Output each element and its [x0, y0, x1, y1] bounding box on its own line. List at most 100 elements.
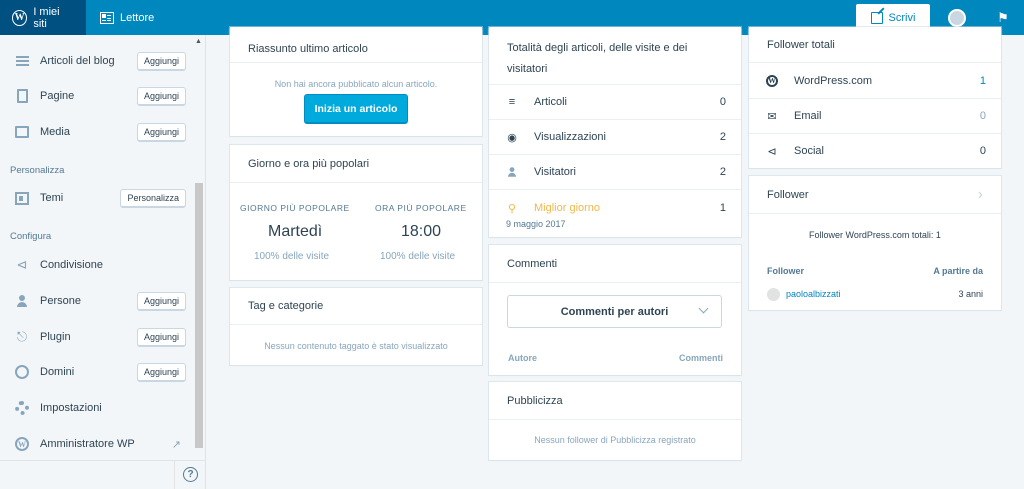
posts-icon [14, 53, 30, 69]
col-since-header: A partire da [933, 266, 983, 276]
themes-icon [14, 190, 30, 206]
follower-name-link[interactable]: paoloalbizzati [786, 289, 841, 299]
reader-button[interactable]: Lettore [86, 0, 166, 35]
mail-icon: ✉ [767, 110, 777, 123]
followers-card: Follower › Follower WordPress.com totali… [749, 176, 1001, 310]
help-button[interactable]: ? [174, 460, 206, 489]
card-title: Follower [767, 188, 809, 201]
my-sites-button[interactable]: W I miei siti [0, 0, 86, 35]
my-sites-label: I miei siti [33, 5, 60, 30]
sidebar-item-label: Temi [40, 192, 64, 204]
sidebar-item-label: Articoli del blog [40, 55, 115, 67]
sidebar-heading-personalize: Personalizza [10, 165, 65, 176]
sidebar-item-wp-admin[interactable]: W Amministratore WP ↗ [0, 426, 193, 462]
add-page-button[interactable]: Aggiungi [136, 86, 186, 106]
add-post-button[interactable]: Aggiungi [136, 51, 186, 71]
card-title: Riassunto ultimo articolo [230, 27, 482, 63]
stat-row-visitors[interactable]: Visitatori 2 [489, 154, 741, 189]
popular-day-heading: GIORNO PIÙ POPOLARE [240, 203, 350, 213]
card-title: Totalità degli articoli, delle visite e … [507, 38, 687, 80]
write-icon [870, 11, 883, 24]
popular-day-value: Martedì [268, 223, 323, 240]
card-title: Tag e categorie [230, 288, 482, 325]
stat-row-views[interactable]: ◉ Visualizzazioni 2 [489, 119, 741, 154]
col-author-header: Autore [508, 353, 537, 363]
follower-row-wordpress[interactable]: W WordPress.com 1 [749, 63, 1001, 98]
publicize-card: Pubblicizza Nessun follower di Pubbliciz… [489, 382, 741, 460]
follower-row[interactable]: paoloalbizzati 3 anni [767, 286, 983, 302]
page-icon [14, 88, 30, 104]
plugin-icon: ⎋ [16, 329, 28, 344]
follower-since: 3 anni [958, 289, 983, 299]
follower-source-count[interactable]: 1 [980, 75, 986, 87]
globe-icon [14, 364, 30, 380]
sidebar-item-plugins[interactable]: ⎋ Plugin Aggiungi [0, 319, 193, 355]
people-icon [14, 293, 30, 309]
follower-row-social[interactable]: ⊲ Social 0 [749, 133, 1001, 168]
sidebar-item-label: Persone [40, 295, 81, 307]
sidebar-item-pages[interactable]: Pagine Aggiungi [0, 78, 193, 114]
follower-source-label: Social [794, 145, 824, 157]
person-icon [506, 166, 518, 178]
card-title: Follower totali [749, 27, 1001, 63]
best-day-value: 1 [719, 202, 726, 214]
no-publicize-message: Nessun follower di Pubblicizza registrat… [534, 435, 696, 445]
help-icon: ? [183, 467, 198, 482]
customize-button[interactable]: Personalizza [120, 188, 186, 208]
trophy-icon: ⚲ [507, 203, 517, 215]
follower-row-email[interactable]: ✉ Email 0 [749, 98, 1001, 133]
comments-filter-select[interactable]: Commenti per autori [507, 295, 722, 328]
add-person-button[interactable]: Aggiungi [136, 291, 186, 311]
totals-card: Totalità degli articoli, delle visite e … [489, 27, 741, 237]
wordpress-icon: W [766, 74, 778, 87]
col-comments-header: Commenti [678, 353, 723, 363]
comments-filter-value: Commenti per autori [560, 305, 669, 318]
stat-row-posts[interactable]: ≡ Articoli 0 [489, 84, 741, 119]
external-link-icon: ↗ [171, 438, 181, 451]
comments-card: Commenti Commenti per autori Autore Comm… [489, 245, 741, 375]
posts-icon: ≡ [508, 96, 516, 108]
card-title-line: Totalità degli articoli, delle visite e … [507, 42, 688, 54]
sidebar-item-label: Pagine [40, 90, 75, 102]
sidebar-item-settings[interactable]: Impostazioni [0, 390, 193, 426]
sidebar-scrollbar-thumb[interactable] [195, 183, 203, 448]
scroll-up-arrow-icon[interactable]: ▲ [195, 38, 202, 45]
sidebar-heading-configure: Configura [10, 231, 52, 242]
sidebar-item-themes[interactable]: Temi Personalizza [0, 180, 193, 216]
chevron-right-icon: › [977, 185, 983, 203]
followers-total-card: Follower totali W WordPress.com 1 ✉ Emai… [749, 27, 1001, 168]
stat-value: 2 [719, 131, 726, 143]
start-post-button[interactable]: Inizia un articolo [304, 94, 408, 124]
sidebar-item-media[interactable]: Media Aggiungi [0, 114, 193, 150]
sidebar-item-sharing[interactable]: ⊲ Condivisione [0, 247, 193, 283]
wordpress-icon: W [14, 436, 30, 452]
follower-source-count: 0 [979, 145, 986, 157]
followers-card-header[interactable]: Follower › [749, 176, 1001, 214]
followers-total-text: Follower WordPress.com totali: 1 [809, 230, 941, 240]
card-title: Pubblicizza [489, 382, 741, 420]
sidebar-item-domains[interactable]: Domini Aggiungi [0, 354, 193, 390]
share-icon: ⊲ [16, 257, 28, 272]
reader-icon [100, 11, 114, 24]
add-domain-button[interactable]: Aggiungi [136, 362, 186, 382]
follower-source-label: Email [794, 110, 822, 122]
wordpress-logo-icon: W [12, 9, 28, 26]
latest-post-card: Riassunto ultimo articolo Non hai ancora… [230, 27, 482, 136]
notifications-bell-icon[interactable]: ⚑ [996, 10, 1010, 25]
best-day-label: Miglior giorno [534, 202, 601, 214]
best-day-date: 9 maggio 2017 [506, 219, 566, 229]
add-plugin-button[interactable]: Aggiungi [136, 327, 186, 347]
popular-hour-value: 18:00 [401, 223, 442, 240]
sidebar-item-label: Plugin [40, 331, 71, 343]
profile-avatar[interactable] [948, 8, 966, 27]
add-media-button[interactable]: Aggiungi [136, 122, 186, 142]
popular-day-percent: 100% delle visite [254, 251, 330, 262]
sidebar-item-blog-posts[interactable]: Articoli del blog Aggiungi [0, 43, 193, 79]
reader-label: Lettore [120, 11, 155, 24]
sidebar-item-people[interactable]: Persone Aggiungi [0, 283, 193, 319]
chevron-down-icon [698, 303, 709, 314]
stat-row-best-day[interactable]: ⚲ Miglior giorno 1 9 maggio 2017 [489, 189, 741, 237]
stat-value: 2 [719, 166, 726, 178]
stat-label: Visitatori [534, 166, 576, 178]
stat-label: Visualizzazioni [534, 131, 606, 143]
